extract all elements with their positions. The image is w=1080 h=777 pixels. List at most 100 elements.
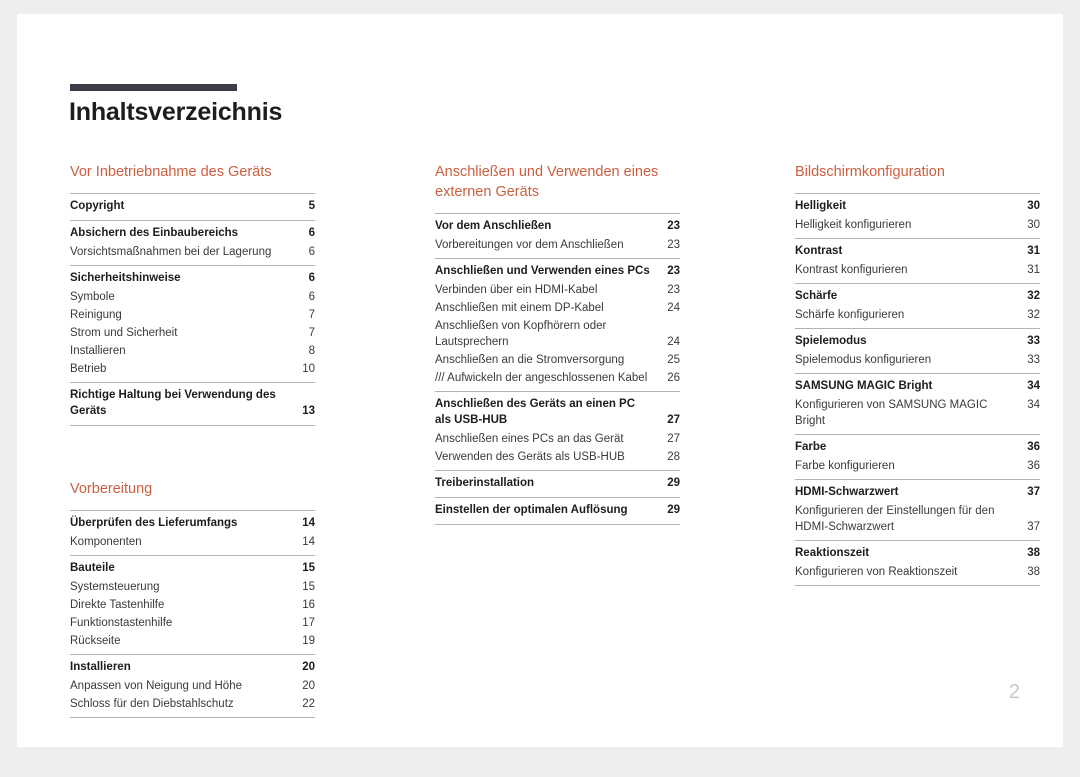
toc-columns: Vor Inbetriebnahme des Geräts Copyright 5 A… (17, 14, 1080, 777)
toc-group: Bauteile 15 Systemsteuerung 15 Direkte Taste… (70, 555, 315, 654)
toc-group: SAMSUNG MAGIC Bright 34 Konfigurieren von … (795, 373, 1040, 434)
toc-entry[interactable]: Absichern des Einbaubereichs 6 (70, 224, 315, 243)
toc-entry[interactable]: Anschließen eines PCs an das Gerät 27 (435, 430, 680, 448)
toc-entry-label: Anschließen eines PCs an das Gerät (435, 433, 624, 445)
toc-entry[interactable]: Funktionstastenhilfe 17 (70, 614, 315, 632)
toc-column-3: Bildschirmkonfiguration Helligkeit 30 Helli… (795, 162, 1040, 586)
toc-entry-label: Strom und Sicherheit (70, 327, 178, 339)
toc-entry-label: Rückseite (70, 635, 121, 647)
toc-group: Absichern des Einbaubereichs 6 Vorsichtsma… (70, 220, 315, 265)
toc-entry-label: Installieren (70, 661, 131, 673)
toc-entry-label: Anschließen von Kopfhörern oder Lautspre… (435, 320, 607, 348)
toc-entry[interactable]: Vorsichtsmaßnahmen bei der Lagerung 6 (70, 243, 315, 261)
toc-entry-page-number: 15 (302, 562, 315, 574)
toc-entry-page-number: 23 (667, 220, 680, 232)
toc-entry-page-number: 37 (1027, 486, 1040, 498)
toc-entry-page-number: 6 (308, 272, 315, 284)
toc-entry-page-number: 8 (308, 345, 315, 357)
toc-entry[interactable]: Konfigurieren der Einstellungen für den … (795, 502, 1040, 536)
toc-entry[interactable]: Verbinden über ein HDMI-Kabel 23 (435, 281, 680, 299)
toc-column-2: Anschließen und Verwenden eines externen… (435, 162, 680, 525)
toc-column-1: Vor Inbetriebnahme des Geräts Copyright 5 A… (70, 162, 315, 718)
toc-entry-label: Einstellen der optimalen Auflösung (435, 504, 628, 516)
toc-entry-label: Richtige Haltung bei Verwendung des Gerä… (70, 389, 276, 417)
toc-entry-page-number: 23 (667, 265, 680, 277)
toc-entry[interactable]: Kontrast konfigurieren 31 (795, 261, 1040, 279)
toc-entry[interactable]: Anschließen mit einem DP-Kabel 24 (435, 299, 680, 317)
toc-entry[interactable]: Farbe konfigurieren 36 (795, 457, 1040, 475)
toc-entry[interactable]: Spielemodus 33 (795, 332, 1040, 351)
toc-entry[interactable]: Installieren 8 (70, 342, 315, 360)
toc-entry[interactable]: Anschließen des Geräts an einen PC als U… (435, 395, 680, 430)
toc-entry-label: Treiberinstallation (435, 477, 535, 489)
toc-entry[interactable]: Betrieb 10 (70, 360, 315, 378)
toc-entry[interactable]: Anschließen an die Stromversorgung 25 (435, 351, 680, 369)
toc-entry[interactable]: Verwenden des Geräts als USB-HUB 28 (435, 448, 680, 466)
toc-entry[interactable]: Anpassen von Neigung und Höhe 20 (70, 677, 315, 695)
toc-entry-label: Schärfe (795, 290, 838, 302)
toc-section: Bildschirmkonfiguration Helligkeit 30 Helli… (795, 162, 1040, 586)
toc-entry-label: Verbinden über ein HDMI-Kabel (435, 284, 598, 296)
toc-entry[interactable]: Vor dem Anschließen 23 (435, 217, 680, 236)
toc-entry[interactable]: Überprüfen des Lieferumfangs 14 (70, 514, 315, 533)
toc-entry-label: Konfigurieren der Einstellungen für den … (795, 505, 995, 533)
toc-entry[interactable]: Reinigung 7 (70, 306, 315, 324)
toc-entry[interactable]: Copyright 5 (70, 197, 315, 216)
toc-entry-page-number: 24 (667, 336, 680, 348)
toc-entry[interactable]: Komponenten 14 (70, 533, 315, 551)
toc-entry[interactable]: Helligkeit 30 (795, 197, 1040, 216)
toc-entry[interactable]: Spielemodus konfigurieren 33 (795, 351, 1040, 369)
toc-entry[interactable]: Helligkeit konfigurieren 30 (795, 216, 1040, 234)
toc-entry[interactable]: Systemsteuerung 15 (70, 578, 315, 596)
toc-entry[interactable]: Schärfe 32 (795, 287, 1040, 306)
toc-entry[interactable]: Direkte Tastenhilfe 16 (70, 596, 315, 614)
toc-entry[interactable]: Vorbereitungen vor dem Anschließen 23 (435, 236, 680, 254)
toc-entry-page-number: 33 (1027, 354, 1040, 366)
toc-entry-label: Helligkeit konfigurieren (795, 219, 912, 231)
toc-entry-page-number: 6 (308, 291, 315, 303)
toc-entry-page-number: 24 (667, 302, 680, 314)
toc-entry[interactable]: Bauteile 15 (70, 559, 315, 578)
toc-group: Vor dem Anschließen 23 Vorbereitungen vor … (435, 213, 680, 258)
toc-group: HDMI-Schwarzwert 37 Konfigurieren der Eins… (795, 479, 1040, 540)
toc-entry-page-number: 25 (667, 354, 680, 366)
toc-entry[interactable]: Richtige Haltung bei Verwendung des Gerä… (70, 386, 315, 421)
section-heading: Bildschirmkonfiguration (795, 164, 945, 180)
toc-entry-label: Betrieb (70, 363, 107, 375)
toc-entry[interactable]: Symbole 6 (70, 288, 315, 306)
toc-entry[interactable]: Installieren 20 (70, 658, 315, 677)
toc-entry-page-number: 20 (302, 680, 315, 692)
toc-section: Anschließen und Verwenden eines externen… (435, 162, 680, 525)
toc-entry-label: Komponenten (70, 536, 142, 548)
toc-entry[interactable]: Reaktionszeit 38 (795, 544, 1040, 563)
toc-entry[interactable]: Farbe 36 (795, 438, 1040, 457)
toc-entry[interactable]: Rückseite 19 (70, 632, 315, 650)
toc-entry[interactable]: Schärfe konfigurieren 32 (795, 306, 1040, 324)
toc-entry[interactable]: Anschließen und Verwenden eines PCs 23 (435, 262, 680, 281)
toc-entry[interactable]: Konfigurieren von Reaktionszeit 38 (795, 563, 1040, 581)
toc-entry-page-number: 34 (1027, 399, 1040, 411)
toc-entry-page-number: 13 (302, 405, 315, 417)
toc-entry[interactable]: Schloss für den Diebstahlschutz 22 (70, 695, 315, 713)
toc-entry-label: Anschließen mit einem DP-Kabel (435, 302, 604, 314)
toc-entry[interactable]: Konfigurieren von SAMSUNG MAGIC Bright 34 (795, 396, 1040, 430)
toc-entry-page-number: 5 (308, 200, 315, 212)
toc-entry[interactable]: /// Aufwickeln der angeschlossenen Kabel… (435, 369, 680, 387)
toc-entry[interactable]: Einstellen der optimalen Auflösung 29 (435, 501, 680, 520)
toc-entry[interactable]: Sicherheitshinweise 6 (70, 269, 315, 288)
toc-entry-page-number: 22 (302, 698, 315, 710)
toc-group: Kontrast 31 Kontrast konfigurieren 31 (795, 238, 1040, 283)
toc-entry-page-number: 23 (667, 239, 680, 251)
toc-entry[interactable]: Strom und Sicherheit 7 (70, 324, 315, 342)
toc-entry-label: Systemsteuerung (70, 581, 160, 593)
toc-entry-page-number: 26 (667, 372, 680, 384)
toc-entry-page-number: 27 (667, 414, 680, 426)
section-heading: Vor Inbetriebnahme des Geräts (70, 164, 272, 180)
toc-entry[interactable]: Treiberinstallation 29 (435, 474, 680, 493)
toc-entry-label: Spielemodus (795, 335, 867, 347)
toc-entry[interactable]: Anschließen von Kopfhörern oder Lautspre… (435, 317, 680, 351)
toc-entry[interactable]: HDMI-Schwarzwert 37 (795, 483, 1040, 502)
toc-entry[interactable]: Kontrast 31 (795, 242, 1040, 261)
toc-section: Vorbereitung Überprüfen des Lieferumfangs… (70, 479, 315, 718)
toc-entry[interactable]: SAMSUNG MAGIC Bright 34 (795, 377, 1040, 396)
